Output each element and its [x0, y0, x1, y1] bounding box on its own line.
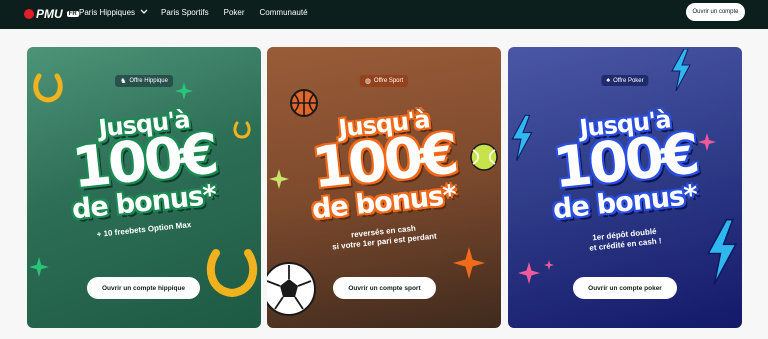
open-hippique-account-button[interactable]: Ouvrir un compte hippique — [87, 277, 200, 299]
offer-card-poker[interactable]: ♠ Offre Poker Jusqu'à 100€ de bonus* 1er… — [508, 47, 742, 328]
main-nav: Paris Hippiques Paris Sportifs Poker Com… — [79, 8, 308, 17]
open-sport-account-button[interactable]: Ouvrir un compte sport — [333, 277, 436, 299]
horseshoe-icon — [33, 73, 63, 103]
nav-item-label: Poker — [223, 8, 245, 17]
horse-icon: ♞ — [120, 78, 127, 85]
nav-item-communaute[interactable]: Communauté — [260, 8, 308, 17]
ball-icon: ◍ — [364, 78, 371, 85]
soccer-ball-icon — [267, 262, 316, 316]
open-account-button[interactable]: Ouvrir un compte — [686, 3, 745, 21]
pmu-logo[interactable]: PMU FR — [24, 7, 79, 21]
top-navigation-bar: PMU FR Paris Hippiques Paris Sportifs Po… — [0, 0, 768, 29]
open-poker-account-button[interactable]: Ouvrir un compte poker — [573, 277, 677, 299]
offer-badge-label: Offre Hippique — [129, 78, 168, 84]
chevron-down-icon — [140, 9, 148, 17]
offer-badge: ◍ Offre Sport — [359, 75, 409, 87]
offer-card-sport[interactable]: ◍ Offre Sport Jusqu'à 100€ de bonus* rev… — [267, 47, 501, 328]
logo-text: PMU — [36, 7, 63, 21]
sparkle-icon — [518, 262, 540, 284]
horseshoe-icon — [206, 249, 258, 298]
nav-item-paris-hippiques[interactable]: Paris Hippiques — [79, 8, 148, 17]
offer-badge-label: Offre Poker — [613, 77, 644, 84]
offer-card-hippique[interactable]: ♞ Offre Hippique Jusqu'à 100€ de bonus* … — [27, 47, 261, 328]
nav-item-label: Communauté — [259, 8, 308, 17]
logo-suffix: FR — [66, 11, 79, 17]
offer-badge-label: Offre Sport — [373, 78, 404, 84]
offer-badge: ♞ Offre Hippique — [115, 75, 173, 87]
offer-badge: ♠ Offre Poker — [601, 75, 649, 86]
sparkle-icon — [453, 247, 485, 279]
pmu-logo-mark-icon — [24, 9, 34, 19]
sparkle-icon — [29, 257, 49, 277]
cards-icon: ♠ — [606, 77, 611, 84]
nav-item-poker[interactable]: Poker — [224, 8, 245, 17]
sparkle-icon — [544, 260, 554, 270]
sparkle-icon — [175, 82, 193, 100]
nav-item-label: Paris Hippiques — [79, 8, 136, 17]
lightning-icon — [671, 49, 691, 91]
basketball-icon — [290, 89, 318, 117]
nav-item-paris-sportifs[interactable]: Paris Sportifs — [161, 8, 209, 17]
nav-item-label: Paris Sportifs — [161, 8, 209, 17]
